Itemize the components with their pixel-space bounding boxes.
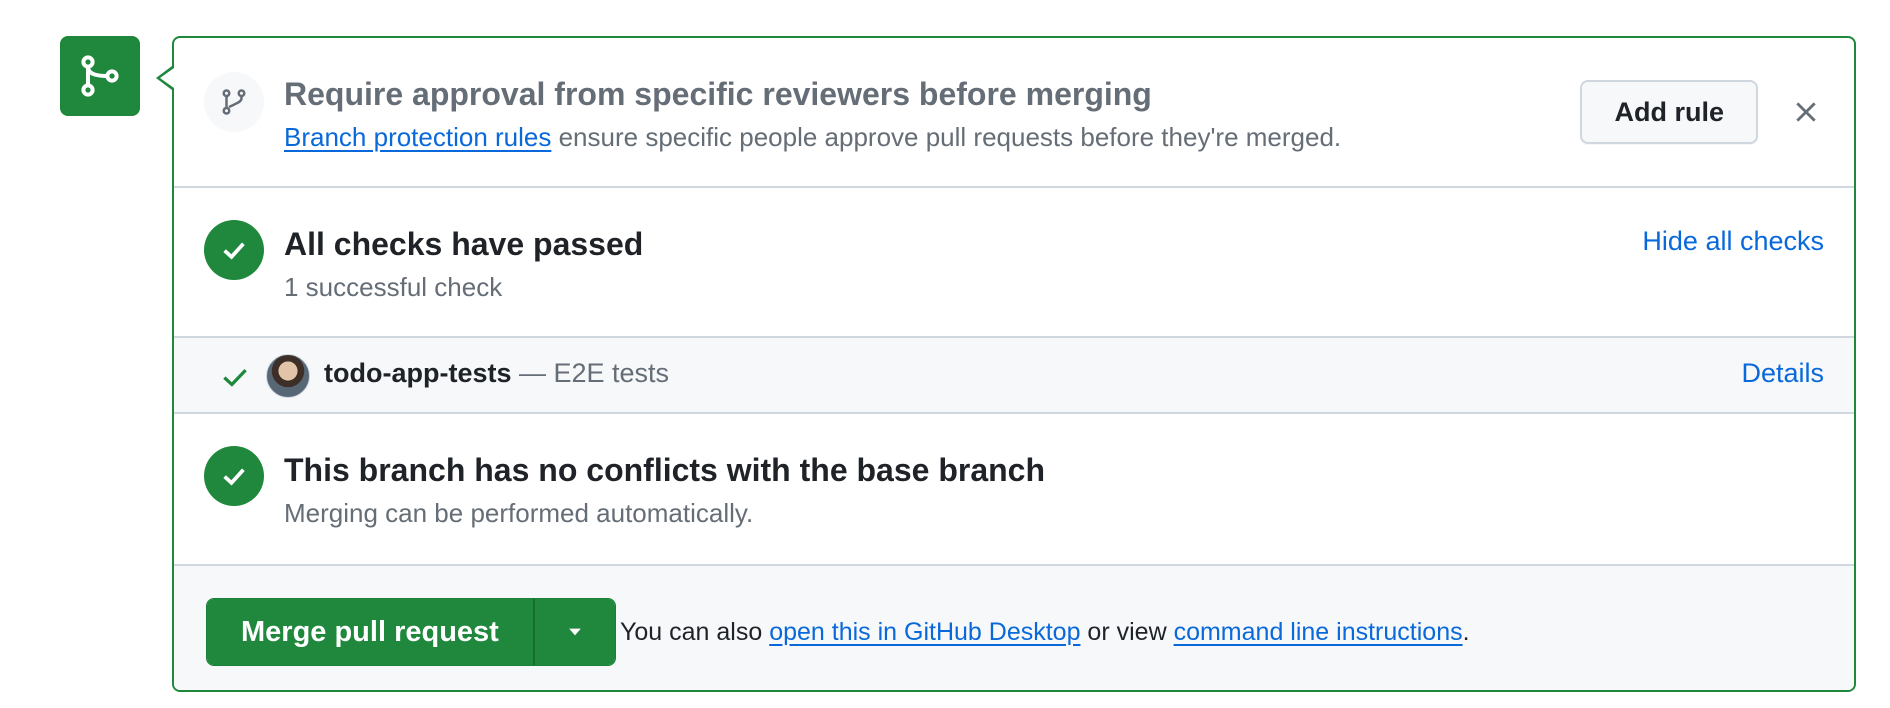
- merge-status-panel: Require approval from specific reviewers…: [0, 0, 1890, 708]
- merge-badge: [60, 36, 140, 116]
- box-pointer-inner: [160, 68, 174, 88]
- merge-hint-suffix: .: [1462, 618, 1470, 646]
- protection-title: Require approval from specific reviewers…: [284, 76, 1152, 112]
- check-icon: [223, 369, 247, 387]
- merge-hint-prefix: You can also: [620, 618, 770, 646]
- check-circle-icon: [204, 446, 264, 506]
- check-details-link[interactable]: Details: [1741, 358, 1824, 389]
- merge-options-dropdown[interactable]: [532, 599, 615, 665]
- git-branch-icon: [204, 72, 264, 132]
- checks-subtitle: 1 successful check: [284, 272, 503, 302]
- check-circle-icon: [204, 220, 264, 280]
- merge-pull-request-button[interactable]: Merge pull request: [207, 599, 533, 665]
- conflicts-title: This branch has no conflicts with the ba…: [284, 452, 1046, 488]
- command-line-instructions-link[interactable]: command line instructions: [1174, 618, 1463, 646]
- add-rule-button[interactable]: Add rule: [1580, 80, 1758, 144]
- checks-summary-section: All checks have passed 1 successful chec…: [174, 188, 1854, 338]
- branch-protection-rules-link[interactable]: Branch protection rules: [284, 122, 551, 152]
- avatar: [266, 354, 310, 398]
- triangle-down-icon: [568, 628, 581, 636]
- conflicts-subtitle: Merging can be performed automatically.: [284, 498, 754, 528]
- check-row: todo-app-tests — E2E tests Details: [174, 338, 1854, 414]
- hide-all-checks-link[interactable]: Hide all checks: [1642, 226, 1824, 257]
- merge-section: Merge pull request You can also open thi…: [174, 566, 1854, 690]
- git-merge-icon: [81, 55, 119, 97]
- github-desktop-link[interactable]: open this in GitHub Desktop: [769, 618, 1080, 646]
- check-name: todo-app-tests — E2E tests: [324, 358, 669, 389]
- merge-button-group: Merge pull request: [206, 598, 616, 666]
- checks-title: All checks have passed: [284, 226, 644, 262]
- branch-protection-section: Require approval from specific reviewers…: [174, 38, 1854, 188]
- check-name-text: todo-app-tests: [324, 358, 512, 388]
- protection-description: Branch protection rules ensure specific …: [284, 122, 1341, 153]
- protection-description-text: ensure specific people approve pull requ…: [551, 122, 1342, 152]
- merge-box: Require approval from specific reviewers…: [172, 36, 1856, 692]
- check-description: — E2E tests: [511, 358, 670, 388]
- merge-hint: You can also open this in GitHub Desktop…: [620, 618, 1470, 647]
- close-icon[interactable]: [1788, 94, 1824, 130]
- conflicts-section: This branch has no conflicts with the ba…: [174, 414, 1854, 566]
- merge-hint-middle: or view: [1080, 618, 1174, 646]
